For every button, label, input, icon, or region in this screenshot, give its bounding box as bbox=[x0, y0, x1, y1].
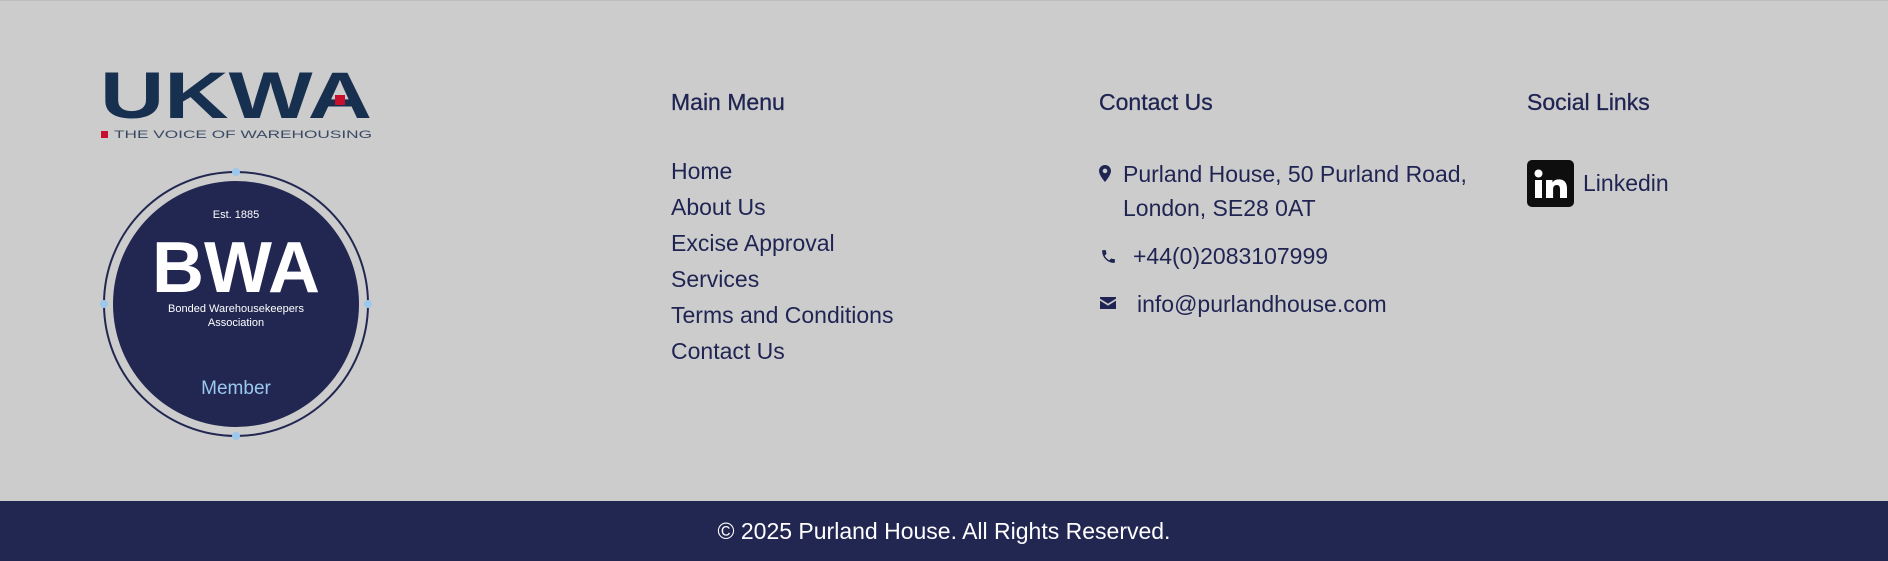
menu-link-home[interactable]: Home bbox=[671, 158, 732, 184]
main-menu-column: Main Menu Home About Us Excise Approval … bbox=[671, 87, 1001, 364]
social-column: Social Links Linkedin bbox=[1527, 87, 1827, 207]
bwa-member-badge: Est. 1885 BWA Bonded Warehousekeepers As… bbox=[100, 168, 372, 440]
menu-link-services[interactable]: Services bbox=[671, 266, 759, 292]
map-pin-icon bbox=[1099, 165, 1111, 182]
contact-column: Contact Us Purland House, 50 Purland Roa… bbox=[1099, 87, 1479, 317]
linkedin-icon[interactable] bbox=[1527, 160, 1574, 207]
envelope-icon bbox=[1099, 297, 1117, 309]
main-menu-heading: Main Menu bbox=[671, 89, 785, 115]
menu-item: About Us bbox=[671, 189, 893, 225]
ukwa-logo[interactable]: UKWA THE VOICE OF WAREHOUSING bbox=[100, 66, 372, 142]
bwa-est: Est. 1885 bbox=[213, 209, 259, 221]
menu-item: Excise Approval bbox=[671, 225, 893, 261]
phone-icon bbox=[1099, 248, 1117, 265]
bwa-name: BWA bbox=[152, 228, 320, 308]
menu-link-about-us[interactable]: About Us bbox=[671, 194, 766, 220]
contact-phone-row: +44(0)2083107999 bbox=[1099, 239, 1328, 273]
contact-phone-link[interactable]: +44(0)2083107999 bbox=[1133, 239, 1328, 273]
ukwa-tagline: THE VOICE OF WAREHOUSING bbox=[114, 129, 372, 141]
bwa-full-name-line1: Bonded Warehousekeepers bbox=[168, 303, 304, 315]
linkedin-row: Linkedin bbox=[1527, 160, 1669, 207]
social-heading: Social Links bbox=[1527, 89, 1650, 115]
menu-link-excise-approval[interactable]: Excise Approval bbox=[671, 230, 835, 256]
ukwa-logo-text: UKWA bbox=[100, 66, 372, 132]
linkedin-link[interactable]: Linkedin bbox=[1583, 170, 1669, 197]
menu-link-terms-and-conditions[interactable]: Terms and Conditions bbox=[671, 302, 893, 328]
menu-item: Home bbox=[671, 153, 893, 189]
copyright-bar: © 2025 Purland House. All Rights Reserve… bbox=[0, 501, 1888, 561]
ukwa-logo-red-square bbox=[335, 95, 345, 105]
contact-email-link[interactable]: info@purlandhouse.com bbox=[1137, 287, 1387, 321]
contact-address: Purland House, 50 Purland Road, London, … bbox=[1123, 161, 1467, 221]
footer-main: UKWA THE VOICE OF WAREHOUSING Est. 1885 … bbox=[0, 0, 1888, 501]
menu-item: Services bbox=[671, 261, 893, 297]
contact-heading: Contact Us bbox=[1099, 89, 1213, 115]
copyright-text: © 2025 Purland House. All Rights Reserve… bbox=[717, 517, 1171, 544]
menu-link-contact-us[interactable]: Contact Us bbox=[671, 338, 785, 364]
bwa-full-name-line2: Association bbox=[208, 317, 264, 329]
menu-item: Terms and Conditions bbox=[671, 297, 893, 333]
menu-item: Contact Us bbox=[671, 333, 893, 369]
contact-address-row: Purland House, 50 Purland Road, London, … bbox=[1099, 157, 1479, 225]
main-menu-list: Home About Us Excise Approval Services T… bbox=[671, 153, 893, 369]
contact-email-row: info@purlandhouse.com bbox=[1099, 287, 1387, 321]
bwa-member-label: Member bbox=[201, 378, 271, 399]
ukwa-tagline-red-square bbox=[101, 131, 108, 138]
